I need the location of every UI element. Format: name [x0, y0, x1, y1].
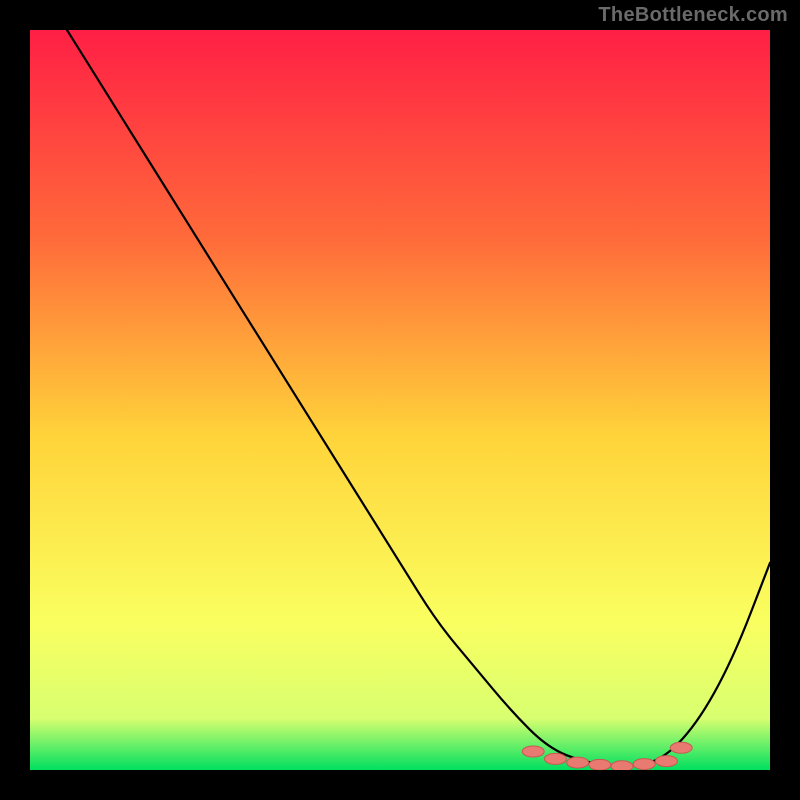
- highlight-marker: [655, 756, 677, 767]
- chart-frame: TheBottleneck.com: [0, 0, 800, 800]
- plot-area: [30, 30, 770, 770]
- watermark-text: TheBottleneck.com: [598, 4, 788, 27]
- highlight-marker: [611, 761, 633, 770]
- highlight-marker: [589, 759, 611, 770]
- highlight-marker: [670, 742, 692, 753]
- gradient-background: [30, 30, 770, 770]
- highlight-marker: [567, 757, 589, 768]
- highlight-marker: [633, 759, 655, 770]
- highlight-marker: [544, 753, 566, 764]
- highlight-marker: [522, 746, 544, 757]
- chart-svg: [30, 30, 770, 770]
